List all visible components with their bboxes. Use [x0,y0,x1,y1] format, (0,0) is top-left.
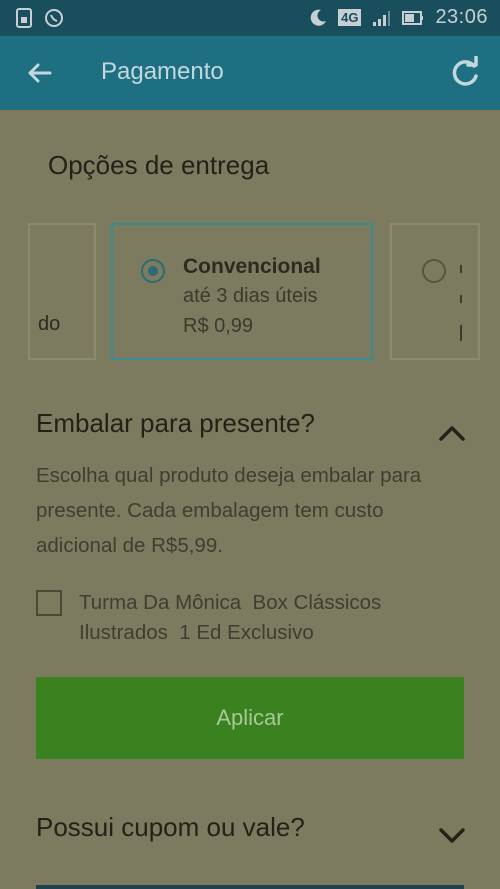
arrow-left-icon[interactable] [24,58,54,88]
delivery-option-name: Convencional [183,255,321,278]
moon-icon [310,9,327,26]
delivery-option-price: R$ 0,99 [183,315,254,337]
battery-icon [402,10,424,25]
network-type: 4G [338,9,362,26]
sim-icon [16,8,32,28]
gift-wrap-title: Embalar para presente? [36,408,315,438]
gift-wrap-description: Escolha qual produto deseja embalar para… [36,464,422,557]
payment-content: Opções de entrega do Convencional até 3 … [0,110,500,889]
radio-selected-icon[interactable] [141,259,165,283]
bottom-button-edge[interactable] [36,885,464,889]
refresh-icon[interactable] [448,56,482,90]
app-bar: Pagamento [0,36,500,110]
chevron-down-icon[interactable] [437,826,467,846]
radio-empty-icon[interactable] [422,259,446,283]
delivery-option-time: até 3 dias úteis [183,285,318,307]
coupon-title[interactable]: Possui cupom ou vale? [36,812,305,843]
delivery-options-title: Opções de entrega [48,150,270,180]
clock: 23:06 [435,6,488,28]
product-label[interactable]: Turma Da Mônica Box Clássicos Ilustrados… [79,588,459,648]
apply-button[interactable]: Aplicar [36,677,464,759]
delivery-option-left[interactable]: do [28,223,96,360]
text-fragment [460,295,462,303]
page-title: Pagamento [101,58,224,85]
text-fragment [460,265,462,273]
delivery-option-convencional[interactable]: Convencional até 3 dias úteis R$ 0,99 [111,223,373,360]
signal-icon [373,10,391,26]
text-fragment [460,325,462,341]
chevron-up-icon[interactable] [437,423,467,443]
product-checkbox[interactable] [36,590,62,616]
delivery-option-right[interactable] [390,223,480,360]
delivery-option-partial-label: do [38,313,61,335]
whatsapp-icon [45,9,63,27]
status-bar: 4G 23:06 [0,0,500,36]
